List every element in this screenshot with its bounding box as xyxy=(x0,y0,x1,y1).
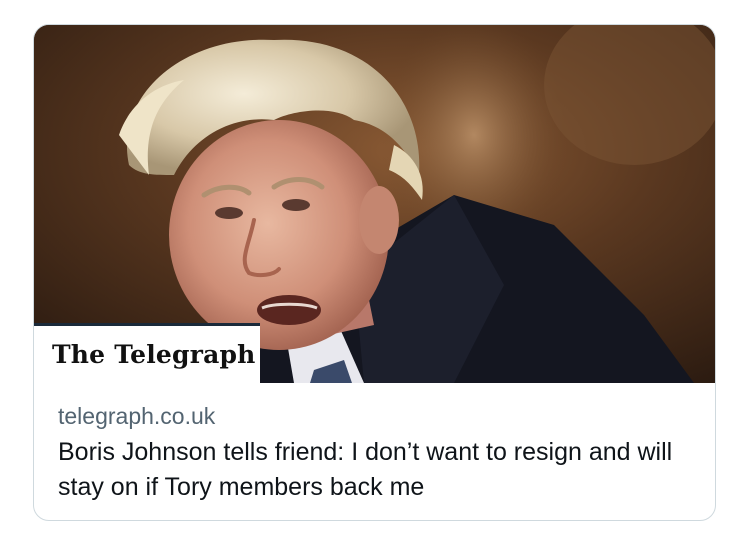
article-headline: Boris Johnson tells friend: I don’t want… xyxy=(58,438,673,501)
publisher-badge: The Telegraph xyxy=(34,323,260,383)
link-preview-card[interactable]: The Telegraph telegraph.co.uk Boris John… xyxy=(33,24,716,521)
card-info[interactable]: telegraph.co.uk Boris Johnson tells frie… xyxy=(34,383,715,520)
link-domain: telegraph.co.uk xyxy=(58,403,216,429)
article-image[interactable]: The Telegraph xyxy=(34,25,715,383)
publisher-logo-text: The Telegraph xyxy=(52,340,256,369)
